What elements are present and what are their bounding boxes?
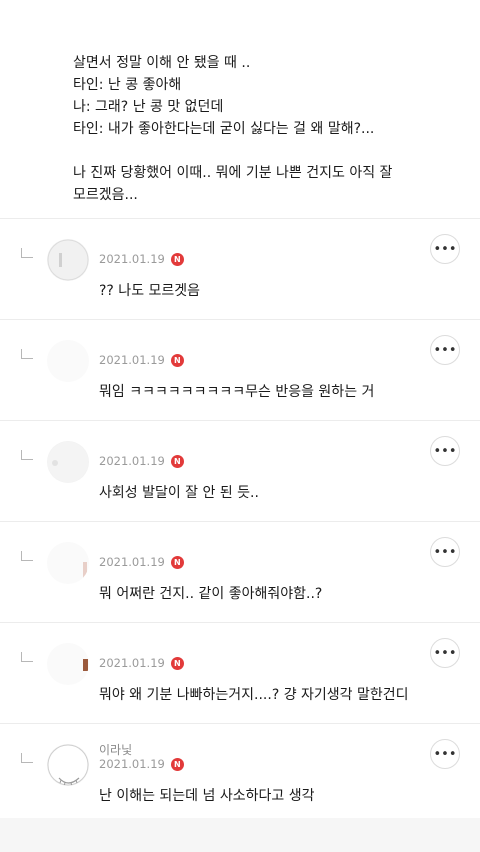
comment-date: 2021.01.19 N [99, 656, 184, 670]
avatar[interactable] [47, 542, 89, 584]
reply-arrow-icon [21, 753, 33, 763]
new-badge-icon: N [170, 757, 184, 771]
comment-date-text: 2021.01.19 [99, 353, 165, 367]
comment-date-text: 2021.01.19 [99, 252, 165, 266]
post-line: 나 진짜 당황했어 이때.. 뭐에 기분 나쁜 건지도 아직 잘 [73, 165, 393, 181]
reply-arrow-icon [21, 450, 33, 460]
avatar-image [47, 239, 89, 281]
avatar-image [47, 744, 89, 786]
comment-item: 이라닟 2021.01.19 N 난 이해는 되는데 넘 사소하다고 생각 ••… [0, 723, 480, 824]
post-line-blank [73, 140, 468, 162]
new-badge-icon: N [170, 656, 184, 670]
more-options-icon: ••• [433, 241, 457, 257]
comment-date-text: 2021.01.19 [99, 656, 165, 670]
avatar[interactable] [47, 340, 89, 382]
new-badge-icon: N [170, 353, 184, 367]
post-line: 살면서 정말 이해 안 됐을 때 .. [73, 55, 251, 71]
more-options-icon: ••• [433, 544, 457, 560]
reply-arrow-icon [21, 248, 33, 258]
avatar-image [83, 562, 87, 580]
comment-date: 2021.01.19 N [99, 454, 184, 468]
comment-item: 2021.01.19 N 사회성 발달이 잘 안 된 듯.. ••• [0, 420, 480, 521]
post-line: 모르겠음... [73, 187, 138, 203]
comment-item: 2021.01.19 N 뭐임 ㅋㅋㅋㅋㅋㅋㅋㅋㅋ무슨 반응을 원하는 거 ••… [0, 319, 480, 420]
comment-date: 2021.01.19 N [99, 353, 184, 367]
post-line: 타인: 난 콩 좋아해 [73, 77, 182, 93]
top-area [0, 0, 480, 45]
more-options-button[interactable]: ••• [430, 335, 460, 365]
avatar-image [83, 659, 88, 671]
more-options-button[interactable]: ••• [430, 234, 460, 264]
more-options-icon: ••• [433, 443, 457, 459]
comment-text: 뭐 어쩌란 건지.. 같이 좋아해줘야함..? [99, 586, 323, 602]
post-line: 타인: 내가 좋아한다는데 굳이 싫다는 걸 왜 말해?... [73, 121, 375, 137]
post-body: 살면서 정말 이해 안 됐을 때 .. 타인: 난 콩 좋아해 나: 그래? 난… [73, 52, 468, 206]
more-options-button[interactable]: ••• [430, 537, 460, 567]
comment-text: 뭐임 ㅋㅋㅋㅋㅋㅋㅋㅋㅋ무슨 반응을 원하는 거 [99, 384, 375, 400]
new-badge-icon: N [170, 252, 184, 266]
more-options-button[interactable]: ••• [430, 739, 460, 769]
avatar[interactable] [47, 239, 89, 281]
avatar-image [81, 378, 87, 381]
comment-nickname[interactable]: 이라닟 [99, 741, 132, 758]
comment-date-text: 2021.01.19 [99, 757, 165, 771]
comment-item: 2021.01.19 N 뭐야 왜 기분 나빠하는거지....? 걍 자기생각 … [0, 622, 480, 723]
reply-arrow-icon [21, 551, 33, 561]
more-options-icon: ••• [433, 342, 457, 358]
new-badge-icon: N [170, 454, 184, 468]
comment-date-text: 2021.01.19 [99, 454, 165, 468]
comment-text: 뭐야 왜 기분 나빠하는거지....? 걍 자기생각 말한건디 [99, 687, 409, 703]
comment-item: 2021.01.19 N 뭐 어쩌란 건지.. 같이 좋아해줘야함..? ••• [0, 521, 480, 622]
comment-text: ?? 나도 모르겟음 [99, 283, 201, 299]
more-options-icon: ••• [433, 645, 457, 661]
comment-date: 2021.01.19 N [99, 757, 184, 771]
post-line: 나: 그래? 난 콩 맛 없던데 [73, 99, 224, 115]
avatar[interactable] [47, 744, 89, 786]
more-options-button[interactable]: ••• [430, 638, 460, 668]
comment-text: 사회성 발달이 잘 안 된 듯.. [99, 485, 259, 501]
reply-arrow-icon [21, 349, 33, 359]
avatar[interactable] [47, 441, 89, 483]
reply-arrow-icon [21, 652, 33, 662]
comment-item: 2021.01.19 N ?? 나도 모르겟음 ••• [0, 218, 480, 319]
more-options-button[interactable]: ••• [430, 436, 460, 466]
comment-date: 2021.01.19 N [99, 555, 184, 569]
comment-text: 난 이해는 되는데 넘 사소하다고 생각 [99, 788, 315, 804]
new-badge-icon: N [170, 555, 184, 569]
more-options-icon: ••• [433, 746, 457, 762]
comment-date-text: 2021.01.19 [99, 555, 165, 569]
comment-date: 2021.01.19 N [99, 252, 184, 266]
comment-screen: 살면서 정말 이해 안 됐을 때 .. 타인: 난 콩 좋아해 나: 그래? 난… [0, 0, 480, 852]
avatar[interactable] [47, 643, 89, 685]
bottom-area [0, 818, 480, 852]
avatar-image [48, 442, 88, 482]
